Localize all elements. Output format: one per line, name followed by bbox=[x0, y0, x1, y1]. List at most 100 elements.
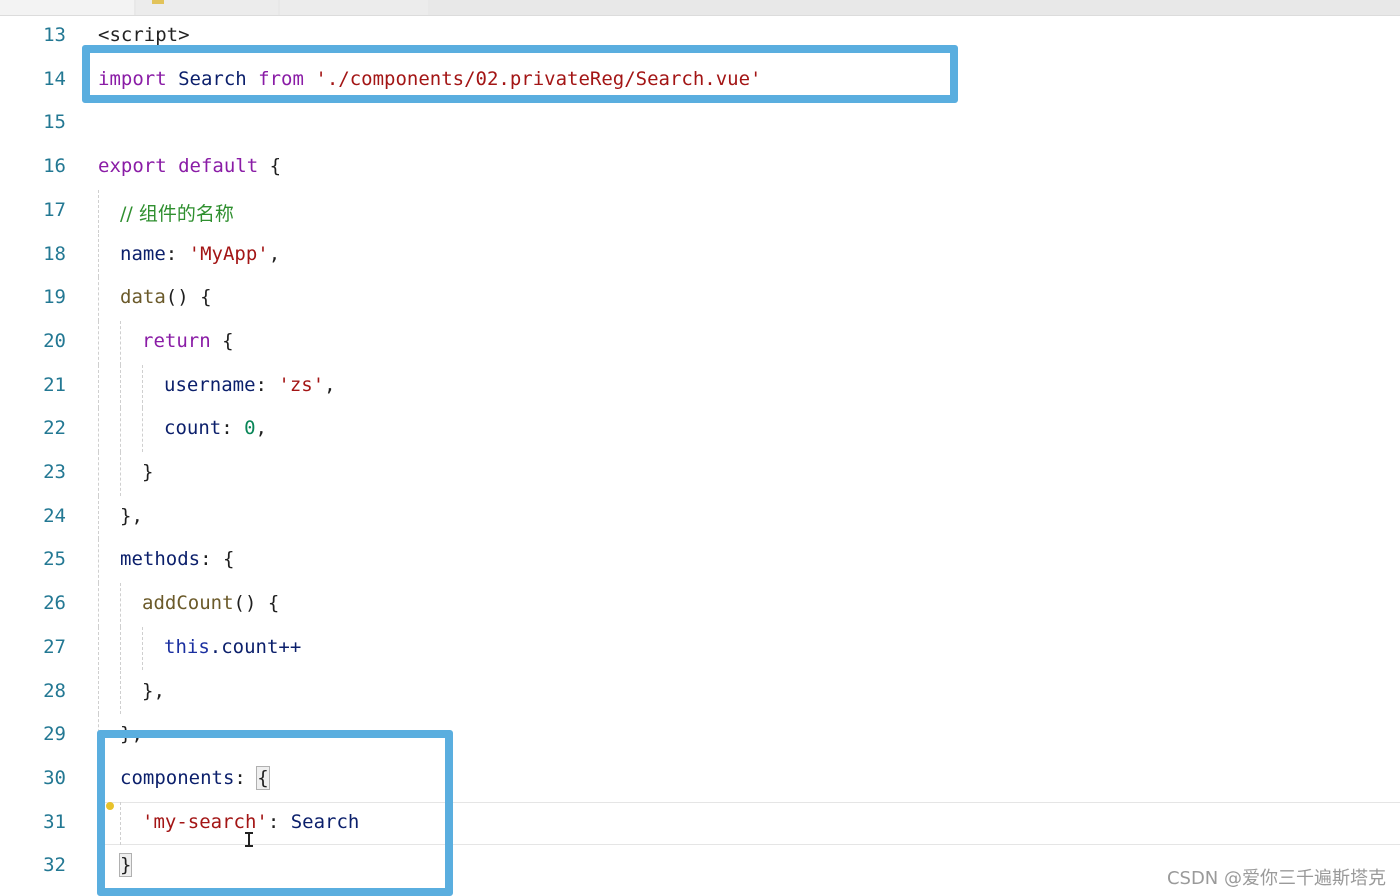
line-number: 14 bbox=[43, 67, 66, 90]
code-line[interactable]: 17 // 组件的名称 bbox=[0, 189, 1400, 234]
code-token: // 组件的名称 bbox=[120, 202, 234, 225]
code-text: name: 'MyApp', bbox=[120, 243, 280, 265]
code-text: }, bbox=[120, 505, 143, 527]
code-text: data() { bbox=[120, 286, 212, 308]
line-number: 29 bbox=[43, 723, 66, 746]
indent-guide bbox=[142, 626, 143, 671]
file-icon bbox=[152, 0, 164, 4]
code-text: }, bbox=[142, 680, 165, 702]
code-text: } bbox=[142, 461, 153, 483]
code-token: 0 bbox=[244, 417, 256, 440]
code-text: // 组件的名称 bbox=[120, 199, 234, 226]
code-text: return { bbox=[142, 330, 234, 352]
code-token: 'zs' bbox=[278, 373, 325, 396]
line-number: 24 bbox=[43, 504, 66, 527]
indent-guide bbox=[120, 452, 121, 496]
lightbulb-icon[interactable] bbox=[106, 802, 114, 810]
code-line[interactable]: 28}, bbox=[0, 670, 1400, 715]
line-number: 21 bbox=[43, 373, 66, 396]
code-token: }, bbox=[120, 504, 143, 527]
code-token: this bbox=[164, 635, 210, 658]
indent-guide bbox=[98, 583, 99, 627]
code-text: methods: { bbox=[120, 548, 234, 570]
indent-guide bbox=[142, 408, 143, 452]
line-number: 17 bbox=[43, 198, 66, 221]
code-token: username bbox=[164, 373, 256, 396]
code-token: data bbox=[120, 286, 166, 309]
text-cursor-icon bbox=[245, 832, 253, 847]
code-line[interactable]: 22 count: 0, bbox=[0, 408, 1400, 452]
line-number: 19 bbox=[43, 286, 66, 309]
code-token: default bbox=[178, 155, 259, 178]
line-number: 16 bbox=[43, 155, 66, 178]
editor-tab-app[interactable] bbox=[0, 0, 134, 15]
code-line[interactable]: 26 addCount() { bbox=[0, 583, 1400, 627]
line-number: 18 bbox=[43, 242, 66, 265]
highlight-box-import bbox=[82, 45, 958, 103]
code-line[interactable]: 20 return { bbox=[0, 320, 1400, 365]
highlight-box-components bbox=[97, 730, 453, 896]
line-number: 26 bbox=[43, 592, 66, 615]
code-text: addCount() { bbox=[142, 592, 279, 614]
line-number: 23 bbox=[43, 461, 66, 483]
line-number: 15 bbox=[43, 111, 66, 134]
code-text: count: 0, bbox=[164, 417, 267, 439]
code-text: this.count++ bbox=[164, 636, 301, 658]
indent-guide bbox=[98, 364, 99, 409]
code-line[interactable]: 25 methods: { bbox=[0, 539, 1400, 584]
code-token: }, bbox=[142, 679, 165, 702]
indent-guide bbox=[120, 583, 121, 627]
code-token: : bbox=[255, 373, 279, 396]
code-token: : bbox=[221, 417, 245, 440]
indent-guide bbox=[98, 626, 99, 671]
code-text: export default { bbox=[98, 155, 281, 177]
indent-guide bbox=[120, 364, 121, 409]
code-token: { bbox=[210, 329, 234, 352]
indent-guide bbox=[98, 277, 99, 321]
code-token: name bbox=[120, 242, 166, 265]
code-line[interactable]: 23} bbox=[0, 452, 1400, 496]
code-line[interactable]: 19 data() { bbox=[0, 277, 1400, 321]
editor-tab-3[interactable] bbox=[280, 0, 428, 15]
line-number: 13 bbox=[43, 24, 66, 46]
code-line[interactable]: 24}, bbox=[0, 495, 1400, 540]
code-line[interactable]: 21 username: 'zs', bbox=[0, 364, 1400, 409]
line-number: 22 bbox=[43, 417, 66, 440]
line-number: 32 bbox=[43, 854, 66, 877]
editor-tab-bar bbox=[0, 0, 1400, 16]
indent-guide bbox=[142, 364, 143, 409]
indent-guide bbox=[98, 189, 99, 234]
code-line[interactable]: 18 name: 'MyApp', bbox=[0, 233, 1400, 278]
code-line[interactable]: 15 bbox=[0, 102, 1400, 146]
code-token: } bbox=[142, 461, 154, 483]
indent-guide bbox=[120, 320, 121, 365]
code-line[interactable]: 27 this.count++ bbox=[0, 626, 1400, 671]
code-token: , bbox=[268, 242, 281, 265]
line-number: 20 bbox=[43, 329, 66, 352]
code-token: { bbox=[258, 155, 282, 178]
indent-guide bbox=[120, 670, 121, 715]
indent-guide bbox=[120, 626, 121, 671]
code-token: , bbox=[255, 417, 267, 440]
indent-guide bbox=[98, 670, 99, 715]
indent-guide bbox=[98, 452, 99, 496]
indent-guide bbox=[98, 320, 99, 365]
code-token: 'MyApp' bbox=[188, 242, 269, 265]
indent-guide bbox=[98, 539, 99, 584]
indent-guide bbox=[98, 408, 99, 452]
code-token: addCount bbox=[142, 592, 234, 615]
line-number: 27 bbox=[43, 635, 66, 658]
code-token: () { bbox=[233, 592, 280, 615]
line-number: 30 bbox=[43, 766, 66, 789]
code-line[interactable]: 16 export default { bbox=[0, 146, 1400, 190]
line-number: 31 bbox=[43, 810, 66, 833]
editor-tab-2[interactable] bbox=[136, 0, 278, 15]
code-token: methods bbox=[120, 548, 201, 571]
indent-guide bbox=[98, 233, 99, 278]
code-text: username: 'zs', bbox=[164, 374, 336, 396]
code-token: : bbox=[165, 242, 189, 265]
code-token: : { bbox=[200, 548, 235, 571]
code-token: .count++ bbox=[209, 635, 302, 658]
line-number: 28 bbox=[43, 679, 66, 702]
